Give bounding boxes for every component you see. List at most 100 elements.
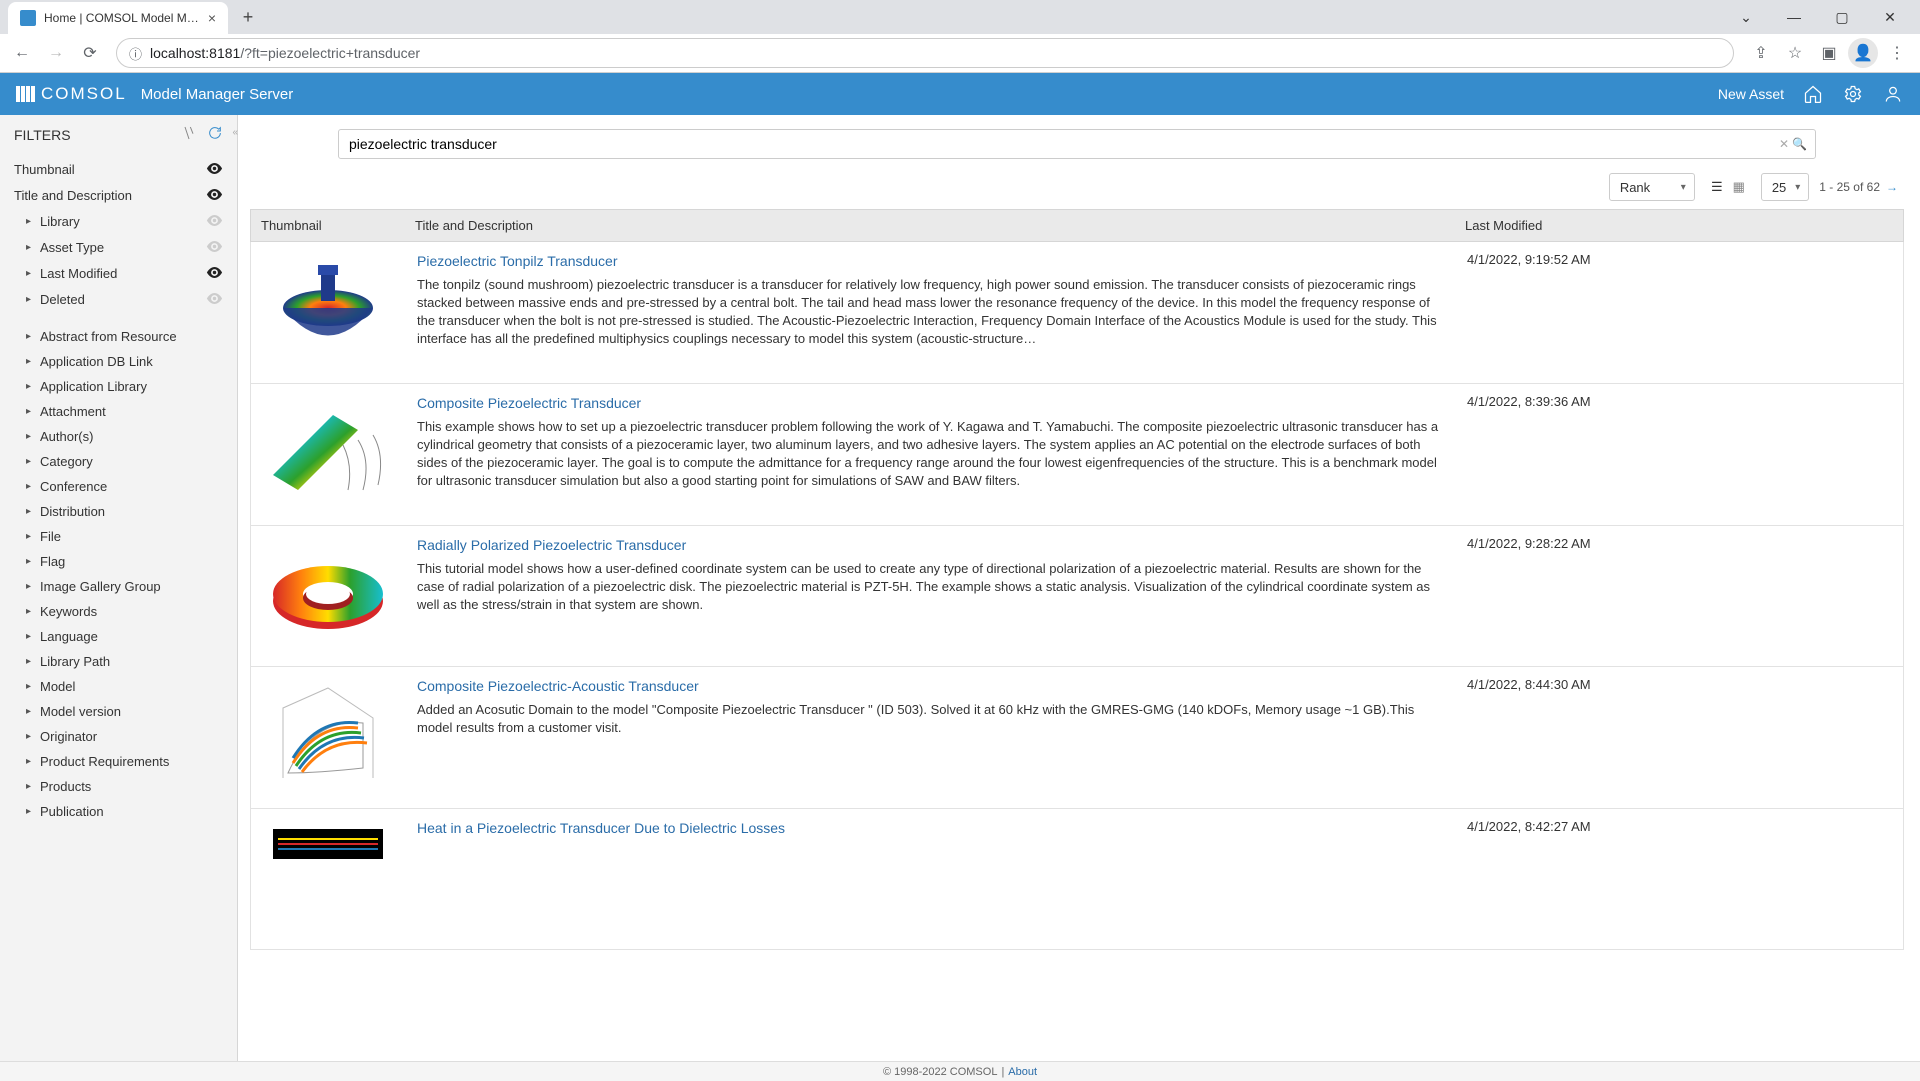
result-title-link[interactable]: Heat in a Piezoelectric Transducer Due t… bbox=[417, 819, 1443, 839]
footer-copyright: © 1998-2022 COMSOL bbox=[883, 1066, 998, 1078]
caret-icon: ▸ bbox=[26, 581, 36, 592]
result-row: Heat in a Piezoelectric Transducer Due t… bbox=[250, 809, 1904, 950]
refresh-filters-icon[interactable] bbox=[207, 125, 223, 144]
side-panel-icon[interactable]: ▣ bbox=[1814, 38, 1844, 68]
browser-menu-icon[interactable]: ⋮ bbox=[1882, 38, 1912, 68]
filters-panel: « FILTERS ThumbnailTitle and Description… bbox=[0, 115, 238, 1061]
result-thumbnail[interactable] bbox=[251, 667, 405, 808]
result-title-cell: Heat in a Piezoelectric Transducer Due t… bbox=[405, 809, 1455, 949]
comsol-logo[interactable]: COMSOL bbox=[16, 84, 127, 104]
filter-item[interactable]: Thumbnail bbox=[0, 156, 237, 182]
home-icon[interactable] bbox=[1802, 83, 1824, 105]
logo-text: COMSOL bbox=[41, 84, 127, 104]
col-header-title[interactable]: Title and Description bbox=[405, 210, 1455, 241]
filter-item[interactable]: ▸Abstract from Resource bbox=[0, 324, 237, 349]
nav-reload-button[interactable]: ⟳ bbox=[76, 39, 104, 67]
favicon bbox=[20, 10, 36, 26]
result-title-link[interactable]: Radially Polarized Piezoelectric Transdu… bbox=[417, 536, 1443, 556]
filter-item[interactable]: ▸File bbox=[0, 524, 237, 549]
filter-item[interactable]: ▸Last Modified bbox=[0, 260, 237, 286]
window-maximize-icon[interactable]: ▢ bbox=[1820, 2, 1864, 32]
filter-item[interactable]: ▸Library Path bbox=[0, 649, 237, 674]
tab-strip: Home | COMSOL Model Manage × + ⌄ — ▢ ✕ bbox=[0, 0, 1920, 34]
filter-item[interactable]: Title and Description bbox=[0, 182, 237, 208]
user-icon[interactable] bbox=[1882, 83, 1904, 105]
filter-item[interactable]: ▸Distribution bbox=[0, 499, 237, 524]
visibility-icon[interactable] bbox=[206, 265, 223, 281]
visibility-icon[interactable] bbox=[206, 291, 223, 307]
page-size-dropdown[interactable]: 25 bbox=[1761, 173, 1809, 201]
list-view-icon[interactable]: ☰ bbox=[1706, 176, 1728, 198]
result-thumbnail[interactable] bbox=[251, 242, 405, 383]
footer-about-link[interactable]: About bbox=[1008, 1066, 1037, 1078]
nav-back-button[interactable]: ← bbox=[8, 39, 36, 67]
result-thumbnail[interactable] bbox=[251, 809, 405, 949]
window-close-icon[interactable]: ✕ bbox=[1868, 2, 1912, 32]
filter-item[interactable]: ▸Flag bbox=[0, 549, 237, 574]
filter-item[interactable]: ▸Publication bbox=[0, 799, 237, 824]
caret-icon: ▸ bbox=[26, 681, 36, 692]
tab-close-icon[interactable]: × bbox=[208, 10, 216, 26]
filter-item[interactable]: ▸Originator bbox=[0, 724, 237, 749]
tab-title: Home | COMSOL Model Manage bbox=[44, 11, 200, 25]
grid-view-icon[interactable]: ▦ bbox=[1728, 176, 1750, 198]
filter-item[interactable]: ▸Keywords bbox=[0, 599, 237, 624]
filter-item[interactable]: ▸Image Gallery Group bbox=[0, 574, 237, 599]
filter-item[interactable]: ▸Conference bbox=[0, 474, 237, 499]
url-bar[interactable]: ⓘ localhost:8181/?ft=piezoelectric+trans… bbox=[116, 38, 1734, 68]
nav-forward-button[interactable]: → bbox=[42, 39, 70, 67]
footer: © 1998-2022 COMSOL | About bbox=[0, 1061, 1920, 1081]
result-title-link[interactable]: Piezoelectric Tonpilz Transducer bbox=[417, 252, 1443, 272]
search-input[interactable] bbox=[349, 136, 1785, 152]
nav-actions: ⇪ ☆ ▣ 👤 ⋮ bbox=[1746, 38, 1912, 68]
gear-icon[interactable] bbox=[1842, 83, 1864, 105]
window-dropdown-icon[interactable]: ⌄ bbox=[1724, 2, 1768, 32]
share-icon[interactable]: ⇪ bbox=[1746, 38, 1776, 68]
filter-item[interactable]: ▸Model version bbox=[0, 699, 237, 724]
search-icon[interactable]: 🔍 bbox=[1792, 137, 1807, 151]
caret-icon: ▸ bbox=[26, 381, 36, 392]
sort-dropdown[interactable]: Rank bbox=[1609, 173, 1695, 201]
result-title-link[interactable]: Composite Piezoelectric-Acoustic Transdu… bbox=[417, 677, 1443, 697]
clear-filters-icon[interactable] bbox=[181, 125, 197, 144]
filter-item[interactable]: ▸Language bbox=[0, 624, 237, 649]
filter-item[interactable]: ▸Category bbox=[0, 449, 237, 474]
col-header-thumbnail[interactable]: Thumbnail bbox=[251, 210, 405, 241]
filter-item[interactable]: ▸Application Library bbox=[0, 374, 237, 399]
visibility-icon[interactable] bbox=[206, 161, 223, 177]
filter-item[interactable]: ▸Library bbox=[0, 208, 237, 234]
new-asset-button[interactable]: New Asset bbox=[1718, 86, 1784, 102]
col-header-modified[interactable]: Last Modified bbox=[1455, 210, 1903, 241]
filter-item[interactable]: ▸Products bbox=[0, 774, 237, 799]
window-minimize-icon[interactable]: — bbox=[1772, 2, 1816, 32]
browser-tab[interactable]: Home | COMSOL Model Manage × bbox=[8, 2, 228, 34]
caret-icon: ▸ bbox=[26, 431, 36, 442]
collapse-panel-icon[interactable]: « bbox=[232, 127, 238, 138]
clear-search-icon[interactable]: ✕ bbox=[1779, 137, 1789, 151]
filter-item[interactable]: ▸Asset Type bbox=[0, 234, 237, 260]
site-info-icon[interactable]: ⓘ bbox=[129, 44, 142, 63]
result-thumbnail[interactable] bbox=[251, 384, 405, 525]
caret-icon: ▸ bbox=[26, 781, 36, 792]
filter-item[interactable]: ▸Deleted bbox=[0, 286, 237, 312]
bookmark-icon[interactable]: ☆ bbox=[1780, 38, 1810, 68]
result-title-link[interactable]: Composite Piezoelectric Transducer bbox=[417, 394, 1443, 414]
view-toggle: ☰ ▦ bbox=[1705, 175, 1751, 199]
visibility-icon[interactable] bbox=[206, 187, 223, 203]
new-tab-button[interactable]: + bbox=[234, 3, 262, 31]
caret-icon: ▸ bbox=[26, 506, 36, 517]
filter-item[interactable]: ▸Model bbox=[0, 674, 237, 699]
app-body: « FILTERS ThumbnailTitle and Description… bbox=[0, 115, 1920, 1061]
next-page-icon[interactable]: → bbox=[1886, 180, 1898, 194]
visibility-icon[interactable] bbox=[206, 213, 223, 229]
profile-button[interactable]: 👤 bbox=[1848, 38, 1878, 68]
filter-item[interactable]: ▸Application DB Link bbox=[0, 349, 237, 374]
filter-item[interactable]: ▸Product Requirements bbox=[0, 749, 237, 774]
caret-icon: ▸ bbox=[26, 556, 36, 567]
visibility-icon[interactable] bbox=[206, 239, 223, 255]
search-box: ✕ 🔍 bbox=[338, 129, 1816, 159]
filter-item[interactable]: ▸Author(s) bbox=[0, 424, 237, 449]
result-modified: 4/1/2022, 8:44:30 AM bbox=[1455, 667, 1903, 808]
result-thumbnail[interactable] bbox=[251, 526, 405, 666]
filter-item[interactable]: ▸Attachment bbox=[0, 399, 237, 424]
